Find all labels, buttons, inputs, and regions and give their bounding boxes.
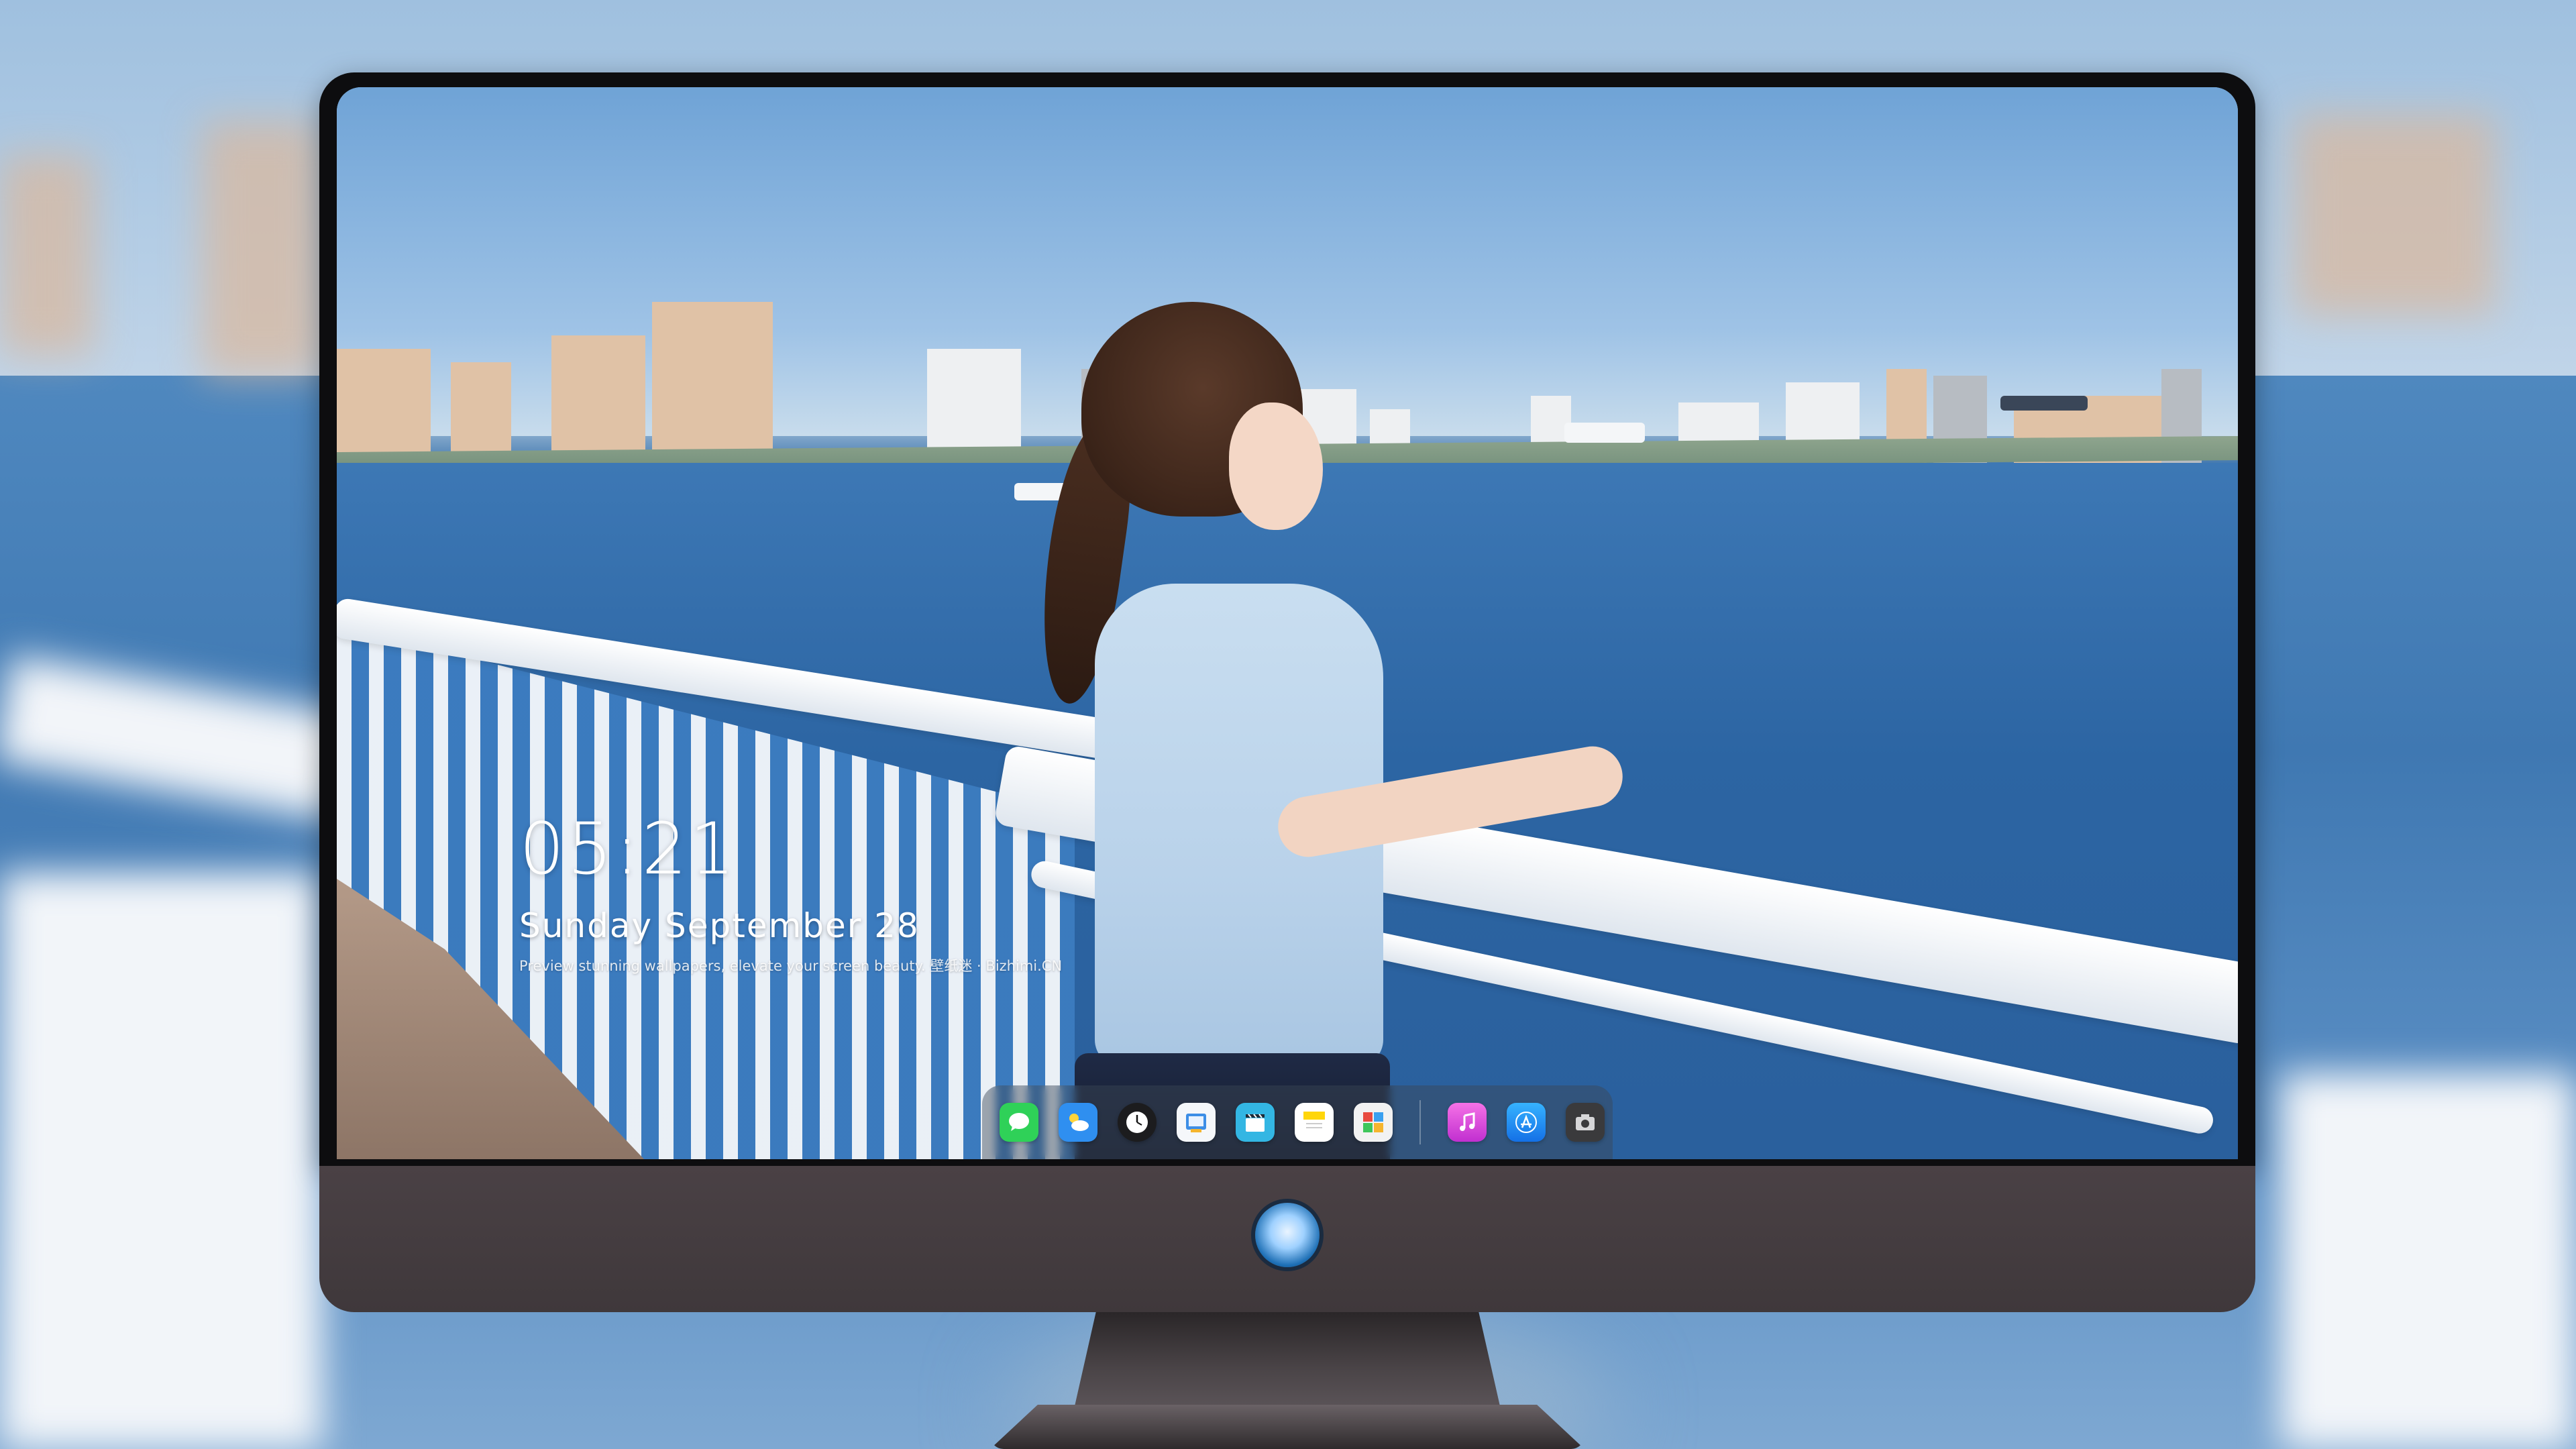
video-app-icon[interactable] <box>1236 1103 1275 1142</box>
backdrop-railing <box>2281 1073 2576 1449</box>
lock-screen[interactable]: 05:21 Sunday September 28 Preview stunni… <box>337 87 2238 1159</box>
monitor-stand-base <box>990 1405 1585 1449</box>
backdrop-building <box>2294 114 2496 315</box>
backdrop-railing <box>0 872 322 1449</box>
weather-app-icon[interactable] <box>1059 1103 1097 1142</box>
dock-separator <box>1419 1100 1421 1144</box>
clock-app-icon[interactable] <box>1118 1103 1157 1142</box>
music-app-icon[interactable] <box>1448 1103 1487 1142</box>
monitor-stand-neck <box>1075 1312 1500 1406</box>
wallpaper-boat <box>1564 423 1645 443</box>
monitor-bezel: 05:21 Sunday September 28 Preview stunni… <box>319 72 2255 1166</box>
collage-app-icon[interactable] <box>1354 1103 1393 1142</box>
camera-app-icon[interactable] <box>1566 1103 1605 1142</box>
desktop-monitor: 05:21 Sunday September 28 Preview stunni… <box>319 72 2255 1449</box>
wallpaper-boat <box>2000 396 2088 411</box>
app-store-icon[interactable] <box>1507 1103 1546 1142</box>
messages-app-icon[interactable] <box>1000 1103 1038 1142</box>
wallpaper-caption: Preview stunning wallpapers, elevate you… <box>519 958 1063 974</box>
preview-app-icon[interactable] <box>1177 1103 1216 1142</box>
lockscreen-clock: 05:21 <box>519 808 738 890</box>
backdrop-building <box>0 154 94 356</box>
app-dock <box>982 1085 1613 1159</box>
notes-app-icon[interactable] <box>1295 1103 1334 1142</box>
lockscreen-date: Sunday September 28 <box>519 906 920 945</box>
brand-logo-icon <box>1255 1203 1320 1267</box>
backdrop-building <box>201 121 322 376</box>
